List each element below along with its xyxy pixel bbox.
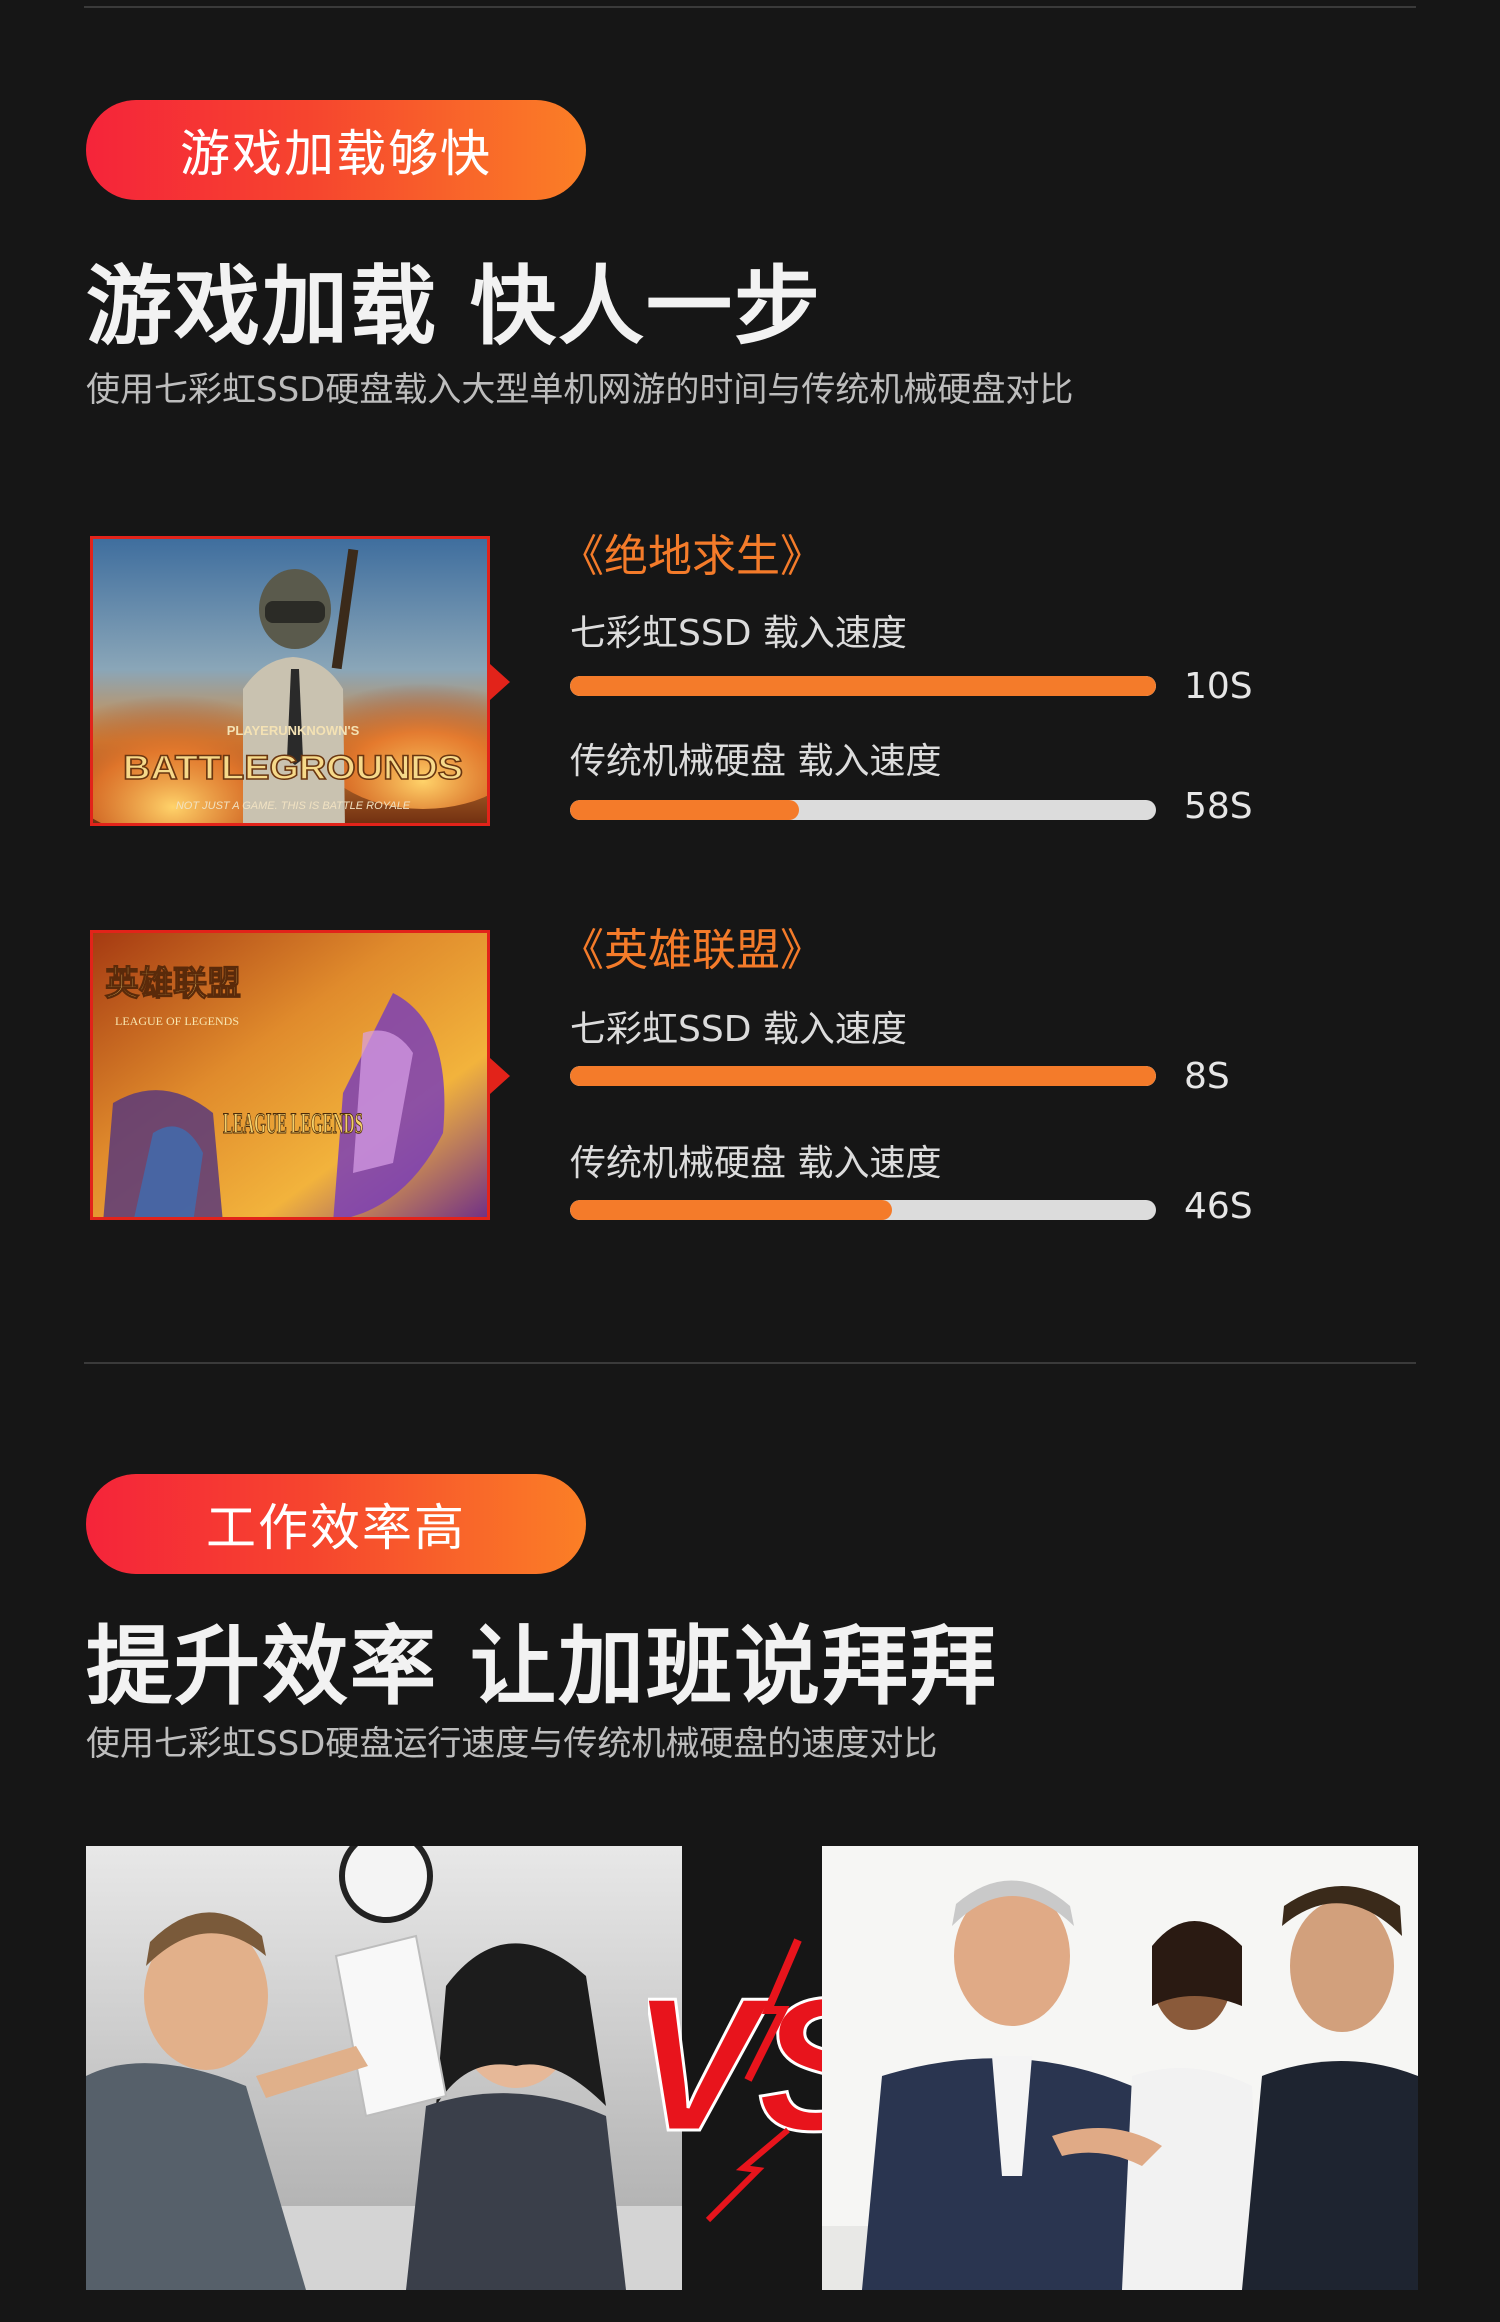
happy-office-photo <box>822 1846 1418 2290</box>
lol-logo-en-small: LEAGUE OF LEGENDS <box>115 1014 239 1028</box>
pubg-art-image: PLAYERUNKNOWN'S BATTLEGROUNDS NOT JUST A… <box>93 539 487 823</box>
lol-hdd-value: 46S <box>1184 1186 1253 1227</box>
pubg-ssd-bar <box>570 676 1156 696</box>
lol-ssd-bar-fill <box>570 1066 1156 1086</box>
pubg-ssd-label: 七彩虹SSD 载入速度 <box>570 613 907 654</box>
pubg-hdd-bar <box>570 800 1156 820</box>
middle-divider <box>84 1362 1416 1364</box>
lol-hdd-label: 传统机械硬盘 载入速度 <box>570 1143 942 1184</box>
game-title-lol: 《英雄联盟》 <box>560 925 824 976</box>
section-headline-work: 提升效率 让加班说拜拜 <box>86 1617 998 1717</box>
lol-ssd-bar <box>570 1066 1156 1086</box>
pubg-hdd-label: 传统机械硬盘 载入速度 <box>570 741 942 782</box>
section-subtitle-work: 使用七彩虹SSD硬盘运行速度与传统机械硬盘的速度对比 <box>86 1724 938 1764</box>
pubg-hdd-value: 58S <box>1184 786 1253 827</box>
lol-ssd-label: 七彩虹SSD 载入速度 <box>570 1009 907 1050</box>
stressed-office-photo <box>86 1846 682 2290</box>
pubg-logo-top-text: PLAYERUNKNOWN'S <box>227 723 360 738</box>
game-title-pubg: 《绝地求生》 <box>560 531 824 582</box>
pubg-ssd-value: 10S <box>1184 666 1253 707</box>
pubg-ssd-bar-fill <box>570 676 1156 696</box>
pubg-thumbnail: PLAYERUNKNOWN'S BATTLEGROUNDS NOT JUST A… <box>90 536 490 826</box>
lol-logo-main-text: LEAGUE LEGENDS <box>223 1107 363 1140</box>
lol-pointer-arrow <box>490 1058 510 1094</box>
section-badge-work: 工作效率高 <box>86 1474 586 1574</box>
lol-thumbnail: 英雄联盟 LEAGUE OF LEGENDS LEAGUE LEGENDS <box>90 930 490 1220</box>
lol-logo-cn-text: 英雄联盟 <box>105 964 241 1004</box>
section-badge-gaming: 游戏加载够快 <box>86 100 586 200</box>
lol-hdd-bar <box>570 1200 1156 1220</box>
stressed-office-image <box>86 1846 682 2290</box>
pubg-hdd-bar-fill <box>570 800 799 820</box>
pubg-logo-main-text: BATTLEGROUNDS <box>123 749 463 787</box>
lol-art-image: 英雄联盟 LEAGUE OF LEGENDS LEAGUE LEGENDS <box>93 933 487 1217</box>
pubg-pointer-arrow <box>490 664 510 700</box>
top-divider <box>84 6 1416 8</box>
section-headline-gaming: 游戏加载 快人一步 <box>86 257 822 357</box>
happy-office-image <box>822 1846 1418 2290</box>
section-badge-work-label: 工作效率高 <box>206 1499 466 1557</box>
section-subtitle-gaming: 使用七彩虹SSD硬盘载入大型单机网游的时间与传统机械硬盘对比 <box>86 370 1074 410</box>
lol-hdd-bar-fill <box>570 1200 893 1220</box>
pubg-logo-tagline: NOT JUST A GAME. THIS IS BATTLE ROYALE <box>176 800 411 812</box>
lol-ssd-value: 8S <box>1184 1056 1230 1097</box>
section-badge-gaming-label: 游戏加载够快 <box>180 125 492 183</box>
